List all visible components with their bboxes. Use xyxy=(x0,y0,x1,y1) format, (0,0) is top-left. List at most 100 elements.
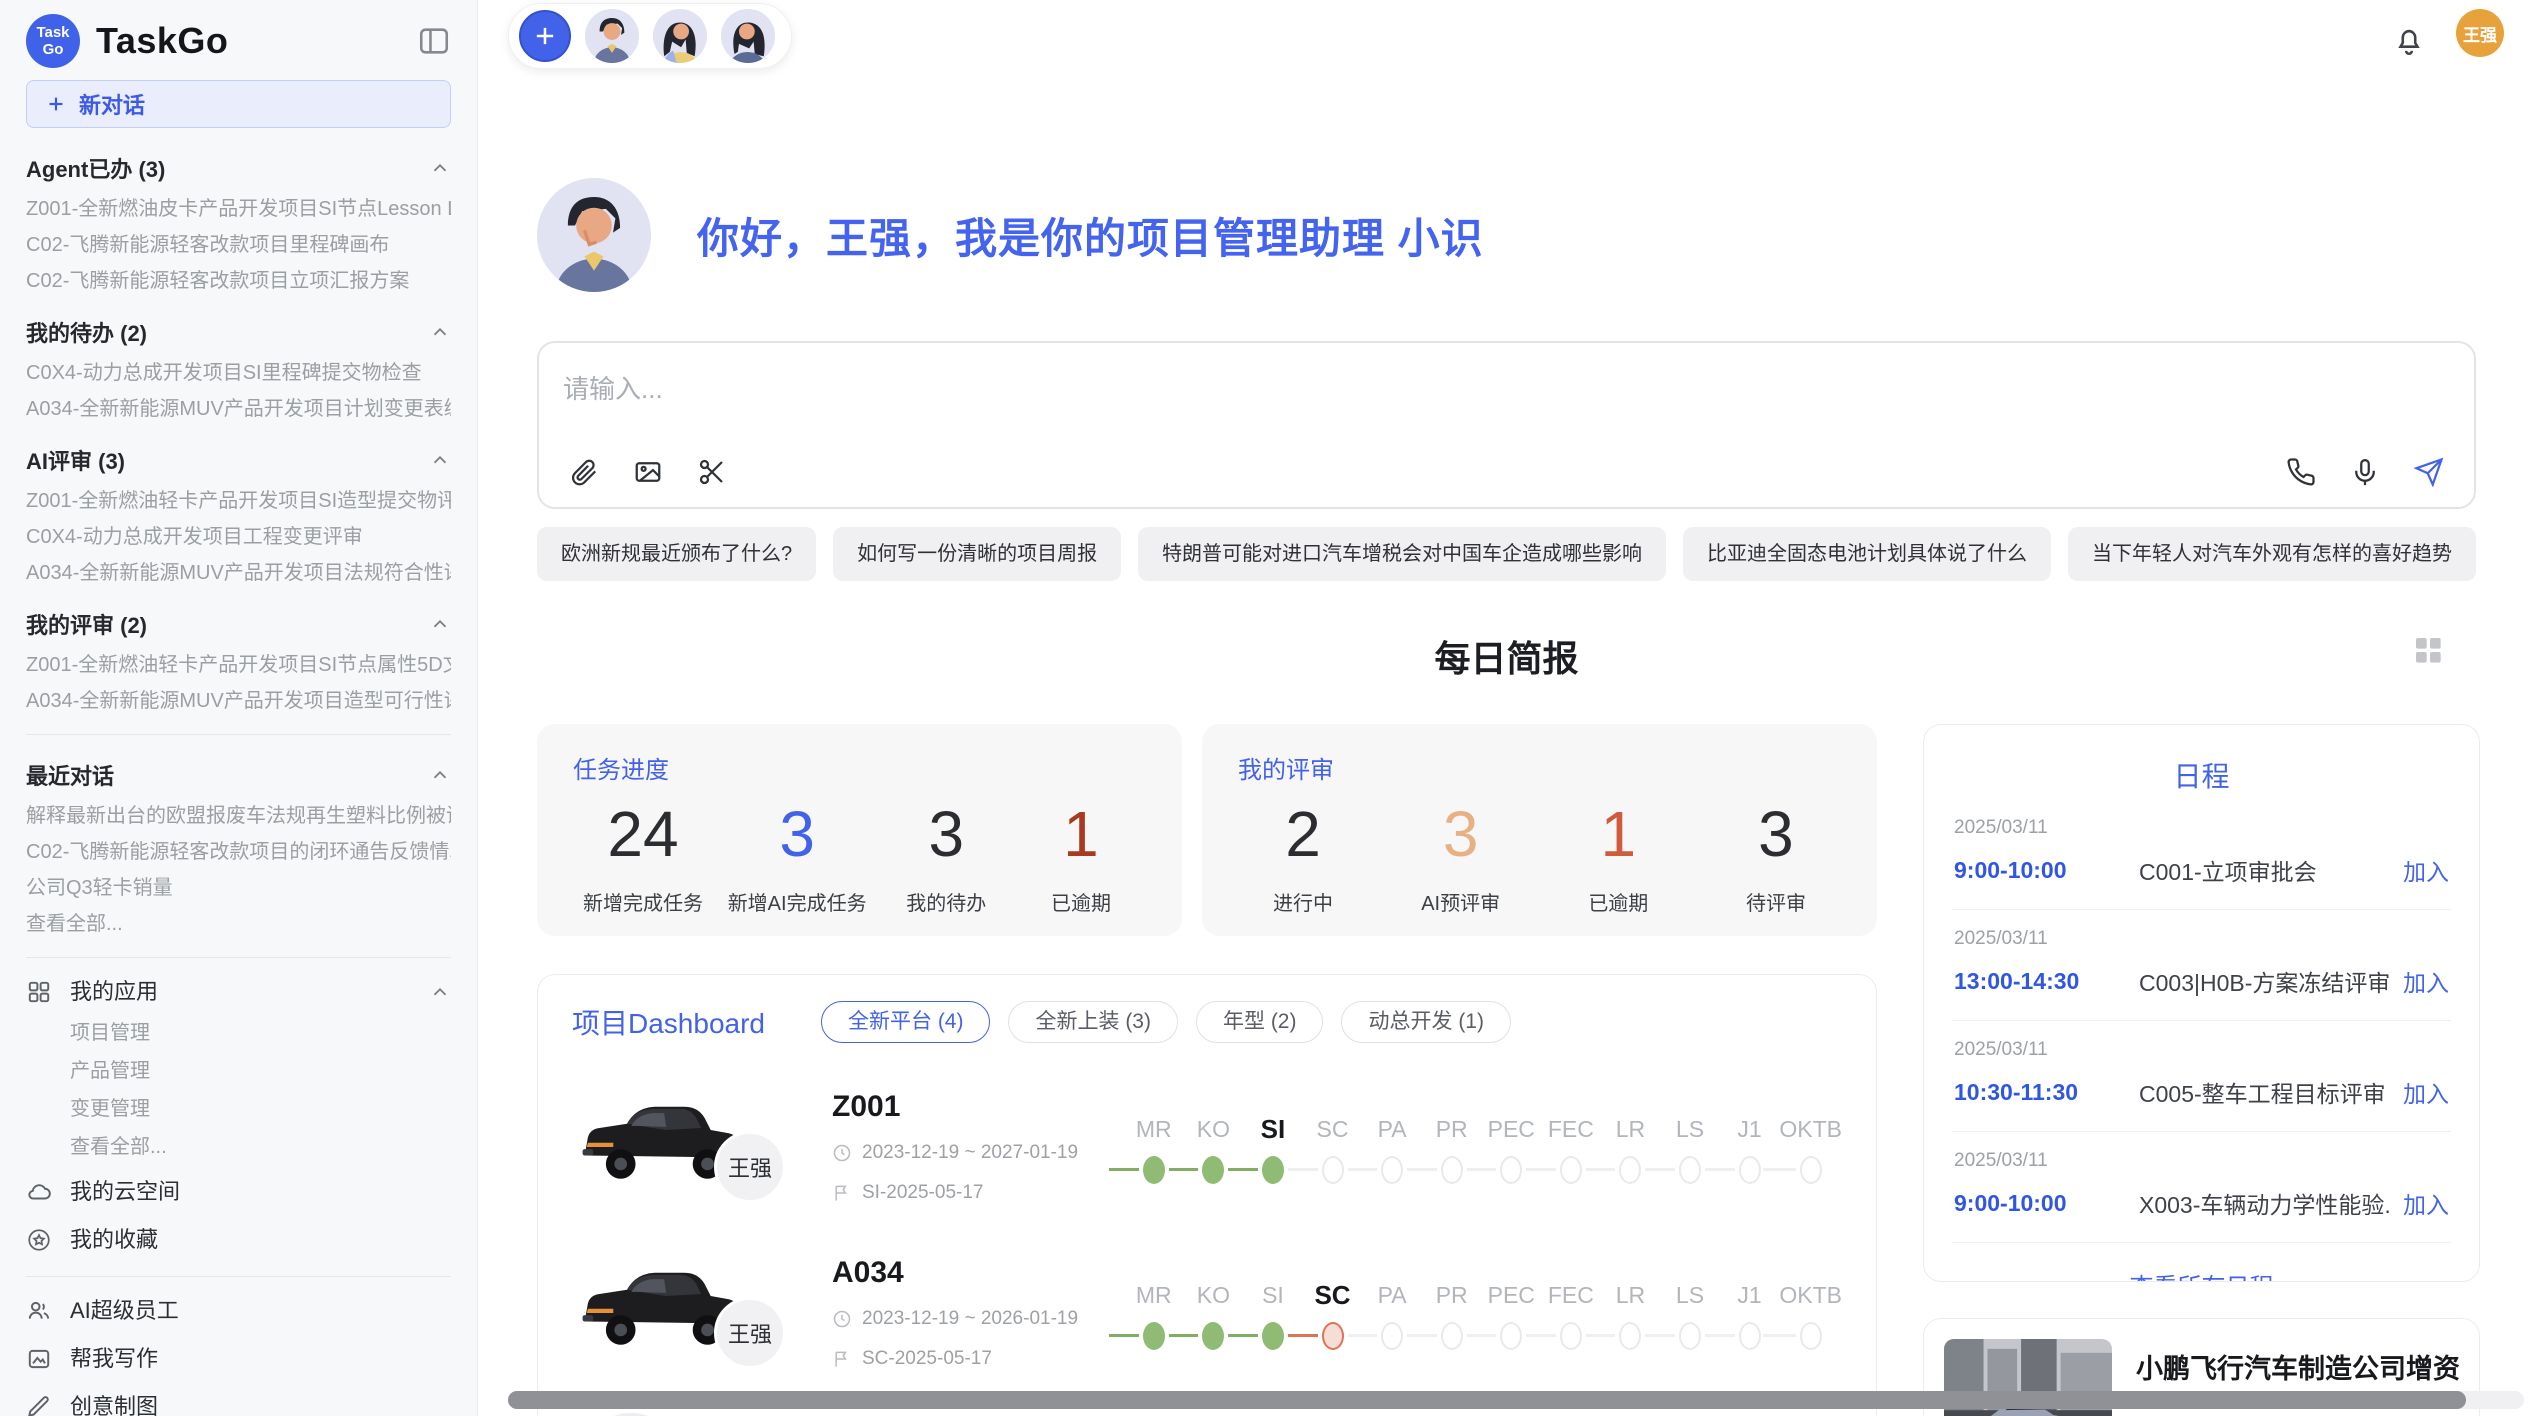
join-meeting-link[interactable]: 加入 xyxy=(2403,853,2449,887)
sidebar-item-favorites[interactable]: 我的收藏 xyxy=(26,1226,451,1254)
flag-icon xyxy=(832,1183,852,1203)
sidebar-task-item[interactable]: A034-全新新能源MUV产品开发项目计划变更表编写 xyxy=(26,398,451,420)
sidebar-task-item[interactable]: Z001-全新燃油轻卡产品开发项目SI造型提交物评审 xyxy=(26,490,451,512)
project-code: A034 xyxy=(832,1256,1098,1290)
sidebar-task-item[interactable]: C0X4-动力总成开发项目工程变更评审 xyxy=(26,526,451,548)
milestone: MR xyxy=(1124,1278,1184,1350)
milestone-dot xyxy=(1800,1322,1822,1350)
filter-chip[interactable]: 全新平台 (4) xyxy=(821,1001,991,1043)
project-info: A034 2023-12-19 ~ 2026-01-19 SC-2025-05-… xyxy=(818,1256,1098,1370)
join-meeting-link[interactable]: 加入 xyxy=(2403,1186,2449,1220)
section-agent-done[interactable]: Agent已办 (3) xyxy=(26,152,451,184)
new-chat-button[interactable]: 新对话 xyxy=(26,80,451,128)
suggestion-chip[interactable]: 欧洲新规最近颁布了什么? xyxy=(537,527,816,581)
suggestion-chip[interactable]: 如何写一份清晰的项目周报 xyxy=(833,527,1121,581)
project-row-a034[interactable]: 王强 A034 2023-12-19 ~ 2026-01-19 SC-2025-… xyxy=(572,1251,1842,1375)
send-button[interactable] xyxy=(2410,453,2448,491)
sidebar: Task Go TaskGo 新对话 Agent已办 (3) Z001-全新燃油… xyxy=(0,0,478,1416)
recent-chat-item[interactable]: 公司Q3轻卡销量 xyxy=(26,877,451,899)
sidebar-item-creative-drawing[interactable]: 创意制图 xyxy=(26,1393,451,1416)
sidebar-collapse-button[interactable] xyxy=(417,24,451,58)
milestone-timeline: MR KO SI xyxy=(1124,1112,1842,1184)
insert-image-button[interactable] xyxy=(629,453,667,491)
add-agent-button[interactable] xyxy=(519,10,571,62)
join-meeting-link[interactable]: 加入 xyxy=(2403,1075,2449,1109)
stat-item: 3 AI预评审 xyxy=(1406,795,1516,916)
sidebar-task-item[interactable]: Z001-全新燃油皮卡产品开发项目SI节点Lesson Learn报告 xyxy=(26,198,451,220)
filter-chip[interactable]: 动总开发 (1) xyxy=(1341,1001,1511,1043)
suggestion-chip[interactable]: 当下年轻人对汽车外观有怎样的喜好趋势 xyxy=(2068,527,2476,581)
stat-card-title: 我的评审 xyxy=(1238,750,1841,785)
pen-icon xyxy=(26,1394,52,1416)
project-milestone-note: SC-2025-05-17 xyxy=(862,1348,992,1370)
milestone: KO xyxy=(1184,1278,1244,1350)
join-meeting-link[interactable]: 加入 xyxy=(2403,964,2449,998)
flag-icon xyxy=(832,1349,852,1369)
sidebar-task-item[interactable]: Z001-全新燃油轻卡产品开发项目SI节点属性5D文件评审 xyxy=(26,654,451,676)
project-row-z001[interactable]: 王强 Z001 2023-12-19 ~ 2027-01-19 SI-2025-… xyxy=(572,1085,1842,1209)
milestone: SC xyxy=(1303,1112,1363,1184)
recent-chat-item[interactable]: 查看全部... xyxy=(26,913,451,935)
sidebar-task-item[interactable]: A034-全新新能源MUV产品开发项目造型可行性评审 xyxy=(26,690,451,712)
snippet-button[interactable] xyxy=(693,453,731,491)
agent-avatar-1[interactable] xyxy=(585,9,639,63)
sidebar-item-my-apps[interactable]: 我的应用 xyxy=(26,978,451,1006)
sidebar-task-item[interactable]: C0X4-动力总成开发项目SI里程碑提交物检查 xyxy=(26,362,451,384)
user-avatar[interactable]: 王强 xyxy=(2456,9,2504,57)
milestone: PR xyxy=(1422,1278,1482,1350)
milestone-label: KO xyxy=(1184,1112,1244,1146)
recent-chat-item[interactable]: C02-飞腾新能源轻客改款项目的闭环通告反馈情况 xyxy=(26,841,451,863)
plus-icon xyxy=(531,22,559,50)
milestone: FEC xyxy=(1541,1112,1601,1184)
news-title: 小鹏飞行汽车制造公司增资 xyxy=(2136,1347,2459,1386)
section-my-review[interactable]: 我的评审 (2) xyxy=(26,608,451,640)
milestone-dot xyxy=(1441,1322,1463,1350)
horizontal-scrollbar-track[interactable] xyxy=(508,1391,2524,1409)
notifications-button[interactable] xyxy=(2392,24,2426,58)
milestone: LS xyxy=(1660,1112,1720,1184)
horizontal-scrollbar-thumb[interactable] xyxy=(508,1391,2466,1409)
sidebar-header: Task Go TaskGo xyxy=(26,14,451,68)
chevron-up-icon xyxy=(429,981,451,1003)
agent-avatar-2[interactable] xyxy=(653,9,707,63)
agent-avatar-3[interactable] xyxy=(721,9,775,63)
suggestion-chip[interactable]: 特朗普可能对进口汽车增税会对中国车企造成哪些影响 xyxy=(1138,527,1666,581)
project-owner-badge: 王强 xyxy=(714,1297,786,1369)
sidebar-item-ai-super-staff[interactable]: AI超级员工 xyxy=(26,1297,451,1325)
suggestion-chip[interactable]: 比亚迪全固态电池计划具体说了什么 xyxy=(1683,527,2051,581)
stat-value: 1 xyxy=(1026,795,1136,873)
sidebar-task-item[interactable]: C02-飞腾新能源轻客改款项目立项汇报方案 xyxy=(26,270,451,292)
project-media: 王强 xyxy=(572,1251,818,1375)
filter-chip[interactable]: 全新上装 (3) xyxy=(1008,1001,1178,1043)
project-dates-row: 2023-12-19 ~ 2026-01-19 xyxy=(832,1308,1098,1330)
stat-label: 待评审 xyxy=(1721,887,1831,916)
app-item[interactable]: 项目管理 xyxy=(70,1022,451,1044)
section-ai-review[interactable]: AI评审 (3) xyxy=(26,444,451,476)
recent-chat-item[interactable]: 解释最新出台的欧盟报废车法规再生塑料比例被调至15%... xyxy=(26,805,451,827)
app-item[interactable]: 变更管理 xyxy=(70,1098,451,1120)
sidebar-task-item[interactable]: C02-飞腾新能源轻客改款项目里程碑画布 xyxy=(26,234,451,256)
layout-switch-button[interactable] xyxy=(2412,634,2444,666)
project-code: Z001 xyxy=(832,1090,1098,1124)
app-item[interactable]: 查看全部... xyxy=(70,1136,451,1158)
taskgo-app: Task Go TaskGo 新对话 Agent已办 (3) Z001-全新燃油… xyxy=(0,0,2532,1416)
section-recent-chats[interactable]: 最近对话 xyxy=(26,759,451,791)
section-my-todo[interactable]: 我的待办 (2) xyxy=(26,316,451,348)
sidebar-item-cloud-space[interactable]: 我的云空间 xyxy=(26,1178,451,1206)
project-dates-row: 2023-12-19 ~ 2027-01-19 xyxy=(832,1142,1098,1164)
voice-call-button[interactable] xyxy=(2282,453,2320,491)
milestone-label: SI xyxy=(1243,1112,1303,1146)
filter-chip[interactable]: 年型 (2) xyxy=(1196,1001,1324,1043)
avatar-man-icon xyxy=(585,9,639,63)
microphone-button[interactable] xyxy=(2346,453,2384,491)
attach-button[interactable] xyxy=(565,453,603,491)
view-all-schedule-link[interactable]: 查看所有日程 xyxy=(1952,1243,2451,1282)
chat-input[interactable] xyxy=(539,343,2474,435)
panel-collapse-icon xyxy=(417,24,451,58)
schedule-card: 日程 2025/03/11 9:00-10:00 C001-立项审批会 加入 xyxy=(1923,724,2480,1282)
milestone-dot xyxy=(1500,1156,1522,1184)
milestone-label: PR xyxy=(1422,1112,1482,1146)
app-item[interactable]: 产品管理 xyxy=(70,1060,451,1082)
sidebar-item-help-me-write[interactable]: 帮我写作 xyxy=(26,1345,451,1373)
sidebar-task-item[interactable]: A034-全新新能源MUV产品开发项目法规符合性评审 xyxy=(26,562,451,584)
